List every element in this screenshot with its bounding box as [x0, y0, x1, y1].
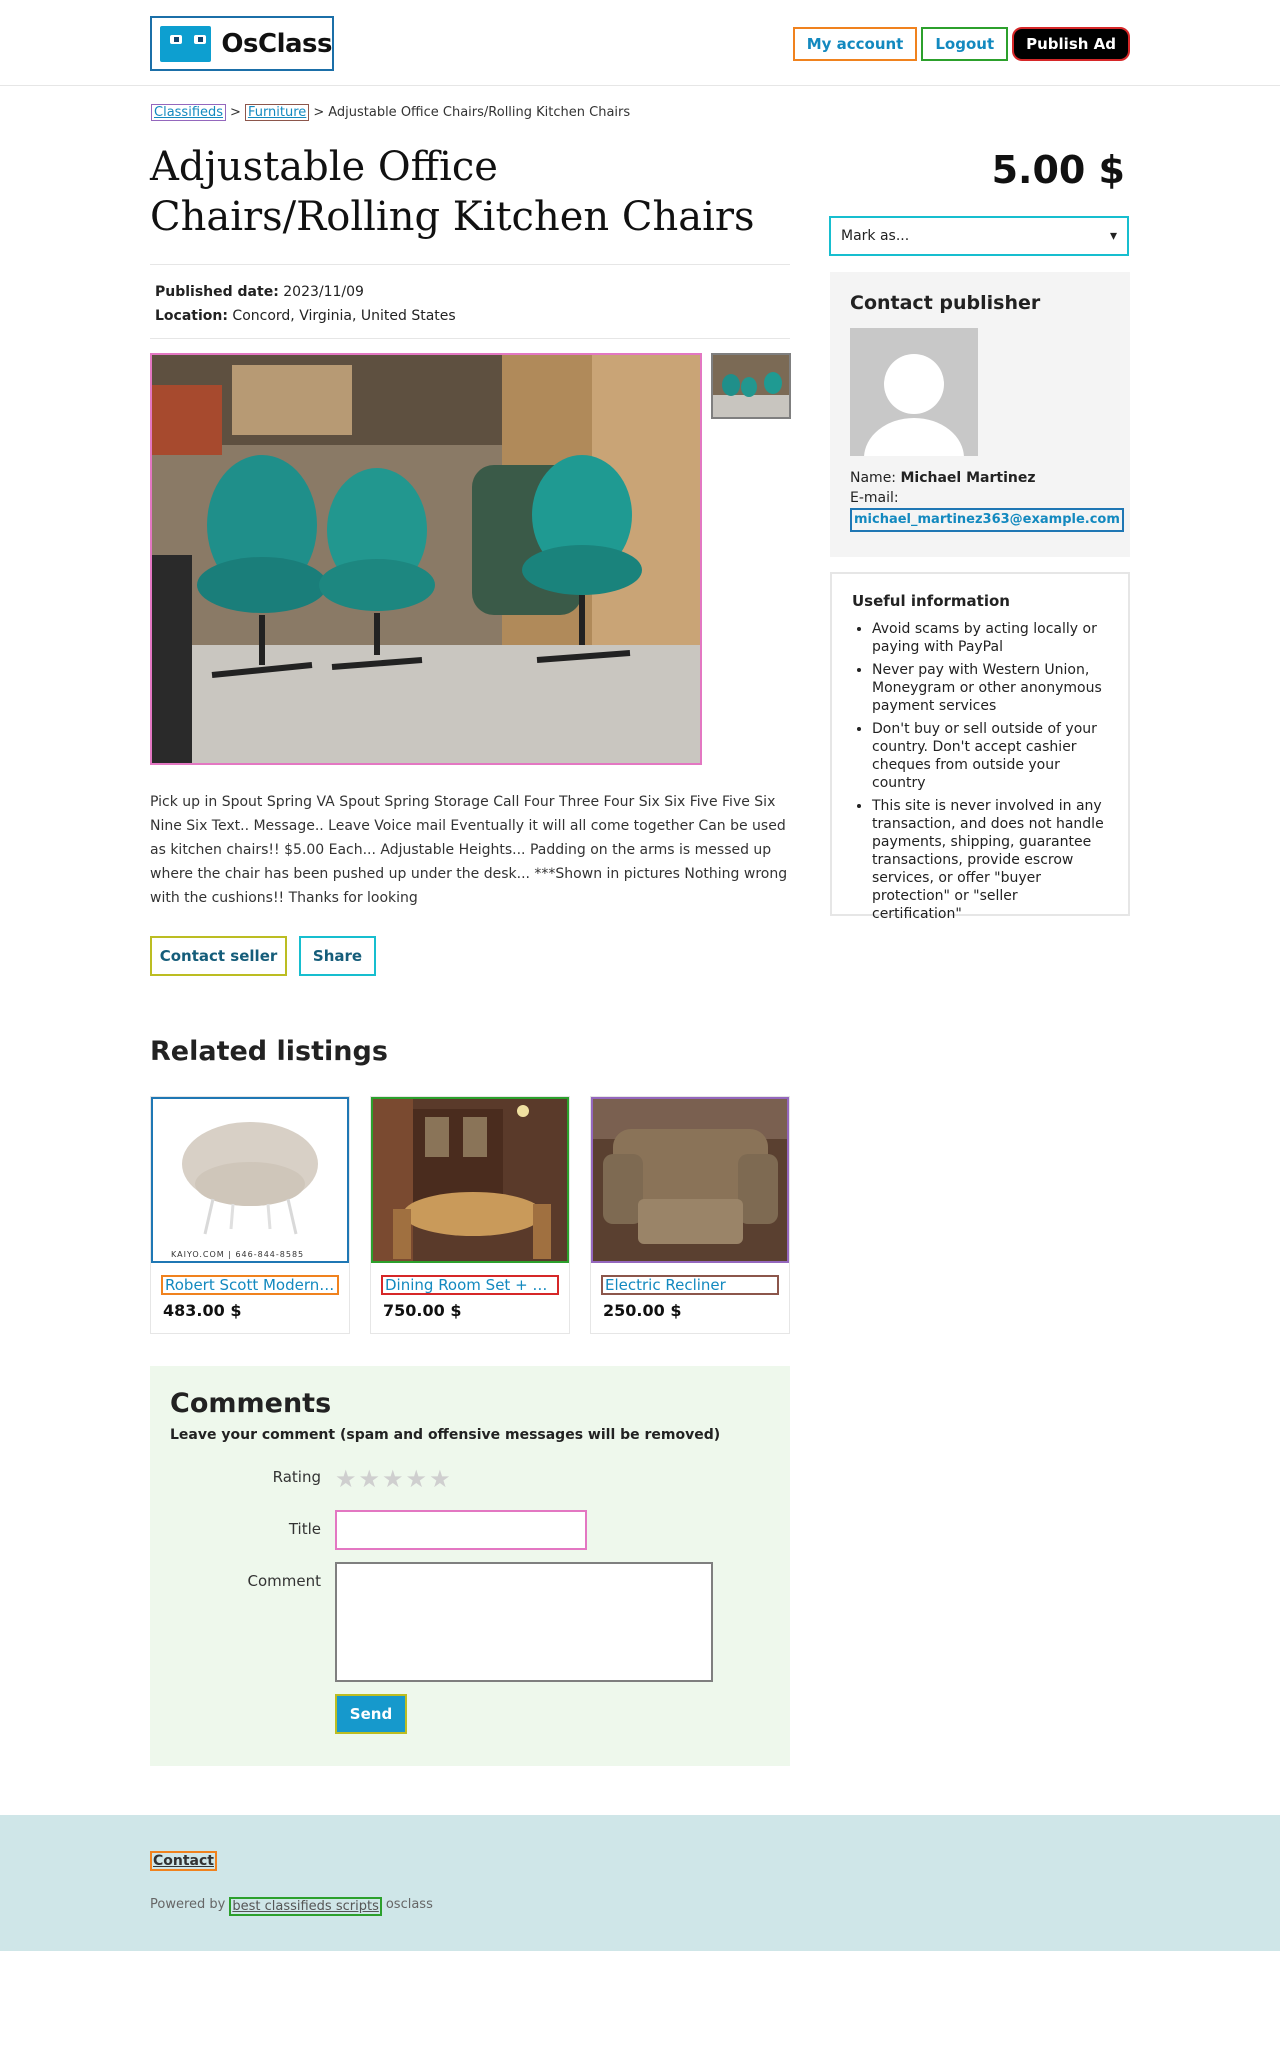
my-account-button[interactable]: My account	[792, 27, 918, 61]
mark-as-value: Mark as...	[841, 228, 910, 244]
listing-price: 5.00 $	[991, 148, 1125, 192]
header-nav: My account Logout Publish Ad	[792, 27, 1130, 61]
listing-meta: Published date: 2023/11/09 Location: Con…	[155, 280, 456, 328]
send-row: Send	[150, 1694, 407, 1734]
related-listings-title: Related listings	[150, 1036, 388, 1067]
star-icon[interactable]: ★	[429, 1467, 451, 1491]
breadcrumb-separator: >	[230, 105, 241, 120]
related-title-link[interactable]: Electric Recliner	[601, 1275, 779, 1295]
breadcrumb-separator: >	[313, 105, 325, 120]
publish-ad-button[interactable]: Publish Ad	[1012, 27, 1130, 61]
powered-by-suffix: osclass	[385, 1897, 433, 1912]
related-image[interactable]	[371, 1097, 569, 1263]
related-image[interactable]	[591, 1097, 789, 1263]
comments-section: Comments Leave your comment (spam and of…	[150, 1366, 790, 1766]
email-label: E-mail:	[850, 490, 899, 506]
site-footer: Contact Powered by best classifieds scri…	[0, 1815, 1280, 1951]
breadcrumb-current: Adjustable Office Chairs/Rolling Kitchen…	[328, 105, 631, 120]
listing-description: Pick up in Spout Spring VA Spout Spring …	[150, 794, 788, 906]
title-label: Title	[288, 1520, 321, 1538]
star-icon[interactable]: ★	[359, 1467, 381, 1491]
comment-title-input[interactable]	[335, 1510, 587, 1550]
name-label: Name:	[850, 470, 897, 486]
contact-publisher-title: Contact publisher	[850, 292, 1041, 314]
publisher-name: Michael Martinez	[900, 470, 1036, 486]
breadcrumb: Classifieds > Furniture > Adjustable Off…	[151, 104, 630, 121]
divider	[150, 264, 790, 265]
image-watermark: KAIYO.COM | 646-844-8585	[171, 1250, 305, 1259]
related-card: Dining Room Set + Hutch 750.00 $	[370, 1096, 570, 1334]
comment-label: Comment	[247, 1572, 322, 1590]
chevron-down-icon: ▾	[1109, 228, 1117, 244]
rating-row: Rating ★ ★ ★ ★ ★	[150, 1467, 451, 1491]
rating-label: Rating	[272, 1468, 321, 1486]
useful-information-title: Useful information	[852, 592, 1010, 610]
location-label: Location:	[155, 308, 228, 324]
published-date: 2023/11/09	[283, 284, 364, 300]
star-icon[interactable]: ★	[382, 1467, 404, 1491]
location-value: Concord, Virginia, United States	[232, 308, 456, 324]
related-price: 483.00 $	[163, 1301, 242, 1320]
breadcrumb-furniture[interactable]: Furniture	[244, 104, 310, 121]
logo-icon	[160, 25, 212, 62]
star-icon[interactable]: ★	[406, 1467, 428, 1491]
comments-note: Leave your comment (spam and offensive m…	[170, 1427, 721, 1443]
useful-tip: This site is never involved in any trans…	[872, 797, 1108, 923]
related-card: Electric Recliner 250.00 $	[590, 1096, 790, 1334]
title-row: Title	[150, 1510, 587, 1550]
breadcrumb-classifieds[interactable]: Classifieds	[151, 104, 227, 121]
publisher-email-link[interactable]: michael_martinez363@example.com	[850, 508, 1124, 532]
related-image[interactable]: KAIYO.COM | 646-844-8585	[151, 1097, 349, 1263]
mark-as-select[interactable]: Mark as... ▾	[829, 216, 1129, 256]
listing-thumbnail[interactable]	[711, 353, 791, 419]
star-icon[interactable]: ★	[335, 1467, 357, 1491]
published-label: Published date:	[155, 284, 279, 300]
footer-contact-link[interactable]: Contact	[150, 1851, 217, 1871]
powered-by: Powered by best classifieds scripts oscl…	[150, 1897, 433, 1916]
related-price: 750.00 $	[383, 1301, 462, 1320]
send-comment-button[interactable]: Send	[335, 1694, 407, 1734]
logo-text: OsClass	[221, 28, 332, 59]
related-card: KAIYO.COM | 646-844-8585 Robert Scott Mo…	[150, 1096, 350, 1334]
classifieds-scripts-link[interactable]: best classifieds scripts	[229, 1897, 382, 1916]
useful-tip: Avoid scams by acting locally or paying …	[872, 620, 1108, 656]
comments-title: Comments	[170, 1388, 332, 1419]
related-title-link[interactable]: Robert Scott Modern Chair	[161, 1275, 339, 1295]
divider	[150, 338, 790, 339]
site-header: OsClass My account Logout Publish Ad	[0, 0, 1280, 86]
logout-button[interactable]: Logout	[921, 27, 1009, 61]
useful-tip: Never pay with Western Union, Moneygram …	[872, 661, 1108, 715]
main-listing-photo[interactable]	[150, 353, 702, 765]
site-logo[interactable]: OsClass	[150, 16, 334, 71]
useful-tip: Don't buy or sell outside of your countr…	[872, 720, 1108, 792]
comment-row: Comment	[150, 1562, 713, 1682]
contact-seller-button[interactable]: Contact seller	[150, 936, 287, 976]
related-title-link[interactable]: Dining Room Set + Hutch	[381, 1275, 559, 1295]
comment-textarea[interactable]	[335, 1562, 713, 1682]
share-button[interactable]: Share	[299, 936, 376, 976]
avatar	[850, 328, 978, 456]
useful-information-panel: Useful information Avoid scams by acting…	[830, 572, 1130, 922]
rating-stars[interactable]: ★ ★ ★ ★ ★	[335, 1467, 451, 1491]
contact-publisher-panel: Contact publisher Name: Michael Martinez…	[830, 272, 1130, 557]
related-price: 250.00 $	[603, 1301, 682, 1320]
listing-title: Adjustable Office Chairs/Rolling Kitchen…	[150, 144, 755, 240]
powered-by-label: Powered by	[150, 1897, 226, 1912]
